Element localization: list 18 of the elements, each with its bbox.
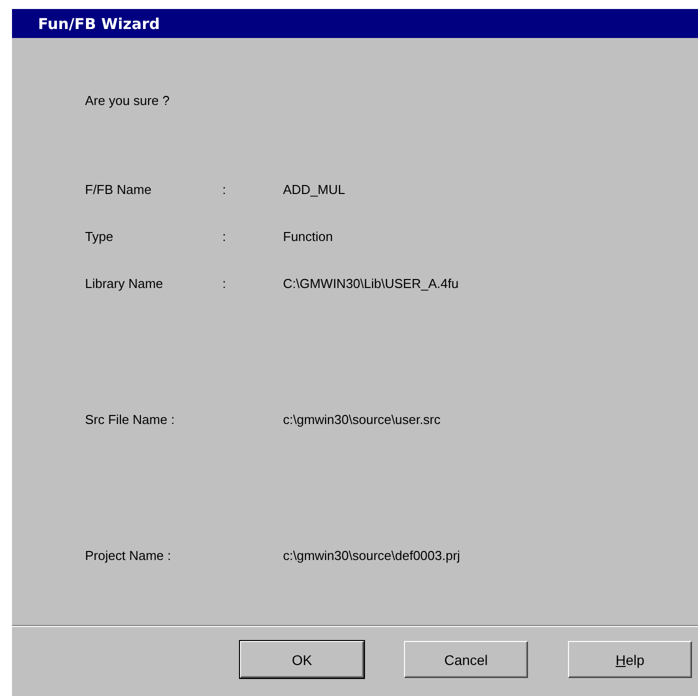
colon-text: : [222, 182, 226, 196]
field-value: c:\gmwin30\source\def0003.prj [283, 548, 460, 562]
field-label: Type [85, 228, 114, 244]
colon-text: : [222, 228, 226, 244]
field-value: Function [283, 228, 333, 244]
dialog-button[interactable]: OK [240, 641, 364, 678]
field-value: c:\gmwin30\source\user.src [283, 412, 441, 426]
confirm-prompt: Are you sure ? [85, 93, 170, 108]
field-label: F/FB Name [85, 182, 152, 196]
field-value: ADD_MUL [283, 182, 346, 196]
window-title: Fun/FB Wizard [12, 8, 698, 38]
field-label: Library Name [85, 276, 164, 290]
colon-text: : [222, 276, 226, 290]
field-label: Src File Name : [85, 412, 175, 426]
dialog-button[interactable]: Cancel [404, 641, 528, 678]
field-value: C:\GMWIN30\Lib\USER_A.4fu [283, 276, 459, 290]
dialog-button[interactable]: Help [568, 641, 692, 678]
field-label: Project Name : [85, 548, 171, 562]
